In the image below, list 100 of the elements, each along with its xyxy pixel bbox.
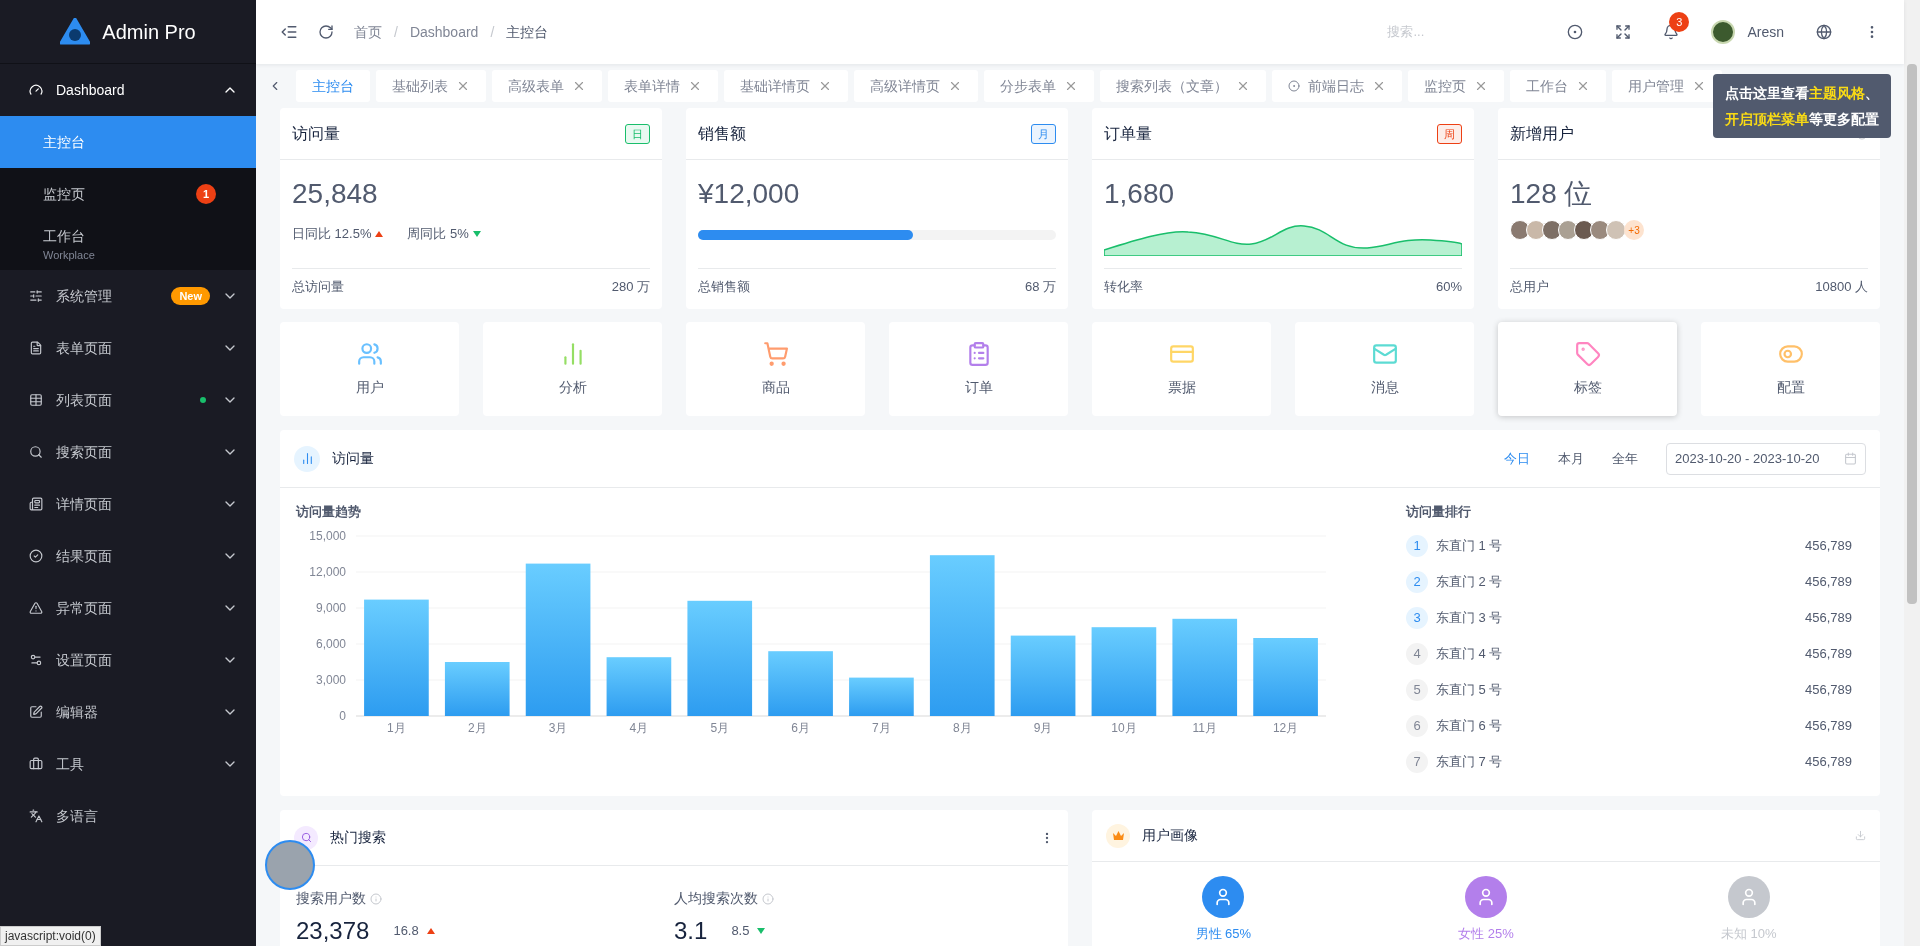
sidebar-item[interactable]: 工具 xyxy=(0,738,256,790)
status-bar: javascript:void(0) xyxy=(0,926,101,946)
axis-label: 15,000 xyxy=(309,528,346,543)
range-tab[interactable]: 今日 xyxy=(1496,448,1538,469)
notification-badge: 3 xyxy=(1669,12,1690,32)
shortcut-card[interactable]: 消息 xyxy=(1295,322,1474,416)
sidebar-item[interactable]: 系统管理 New xyxy=(0,270,256,322)
page-tab[interactable]: 前端日志 xyxy=(1272,70,1402,102)
page-tab[interactable]: 工作台 xyxy=(1510,70,1606,102)
panel-title: 访问量 xyxy=(332,449,375,468)
check-circle-icon xyxy=(29,549,43,563)
globe-icon[interactable] xyxy=(1816,24,1832,40)
shortcut-card[interactable]: 票据 xyxy=(1092,322,1271,416)
search-field[interactable]: 搜索... xyxy=(1387,22,1508,42)
rank-value: 456,789 xyxy=(1805,572,1852,591)
fullscreen-icon[interactable] xyxy=(1615,24,1632,40)
footer-label: 转化率 xyxy=(1104,278,1143,296)
close-icon[interactable] xyxy=(818,79,832,93)
rank-number: 1 xyxy=(1406,534,1428,557)
page-tab[interactable]: 高级详情页 xyxy=(854,70,978,102)
rank-number: 4 xyxy=(1406,642,1428,665)
rank-number: 2 xyxy=(1406,570,1428,593)
close-icon[interactable] xyxy=(1064,79,1078,93)
sidebar-item[interactable]: 详情页面 xyxy=(0,478,256,530)
submenu-item[interactable]: 监控页 1 xyxy=(0,168,256,220)
axis-label: 9月 xyxy=(1033,720,1053,735)
close-icon[interactable] xyxy=(1474,79,1488,93)
page-tab[interactable]: 高级表单 xyxy=(492,70,602,102)
footer-value: 68 万 xyxy=(1024,278,1056,296)
ranking-title: 访问量排行 xyxy=(1406,503,1472,521)
breadcrumb-link[interactable]: Dashboard xyxy=(409,21,479,43)
rank-name: 东直门 1 号 xyxy=(1436,536,1504,555)
submenu-item[interactable]: 工作台 Workplace xyxy=(0,220,256,270)
shortcut-card[interactable]: 订单 xyxy=(889,322,1068,416)
sidebar-item[interactable]: 异常页面 xyxy=(0,582,256,634)
close-icon[interactable] xyxy=(456,79,470,93)
close-icon[interactable] xyxy=(948,79,962,93)
language-icon xyxy=(29,809,43,823)
sidebar-item[interactable]: 编辑器 xyxy=(0,686,256,738)
sidebar-item[interactable]: 设置页面 xyxy=(0,634,256,686)
breadcrumb-link[interactable]: 首页 xyxy=(354,21,382,43)
shortcut-card[interactable]: 配置 xyxy=(1701,322,1880,416)
sidebar-item[interactable]: 表单页面 xyxy=(0,322,256,374)
rank-value: 456,789 xyxy=(1805,644,1852,663)
change-value: 8.5 xyxy=(731,922,750,941)
calendar-icon xyxy=(1844,452,1857,465)
scrollbar-thumb[interactable] xyxy=(1907,64,1917,604)
user-avatar xyxy=(1558,220,1578,240)
sidebar-item[interactable]: 搜索页面 xyxy=(0,426,256,478)
sidebar-item[interactable]: 结果页面 xyxy=(0,530,256,582)
assistant-avatar[interactable] xyxy=(265,840,315,890)
page-tab[interactable]: 主控台 xyxy=(296,70,370,102)
close-icon[interactable] xyxy=(572,79,586,93)
range-tab[interactable]: 全年 xyxy=(1604,448,1646,469)
page-tab[interactable]: 搜索列表（文章） xyxy=(1100,70,1266,102)
close-icon[interactable] xyxy=(1692,79,1706,93)
shortcut-card[interactable]: 商品 xyxy=(686,322,865,416)
group-label: 未知 10% xyxy=(1720,925,1777,943)
settings-icon xyxy=(29,653,43,667)
more-count: +3 xyxy=(1624,220,1644,240)
count-badge: 1 xyxy=(196,184,216,204)
breadcrumb-separator: / xyxy=(394,22,398,42)
submenu-subtitle: Workplace xyxy=(43,248,96,264)
axis-label: 6,000 xyxy=(315,636,346,651)
shortcut-card[interactable]: 用户 xyxy=(280,322,459,416)
gauge-icon xyxy=(29,83,43,97)
user-avatar xyxy=(1510,220,1530,240)
date-range-field[interactable]: 2023-10-20 - 2023-10-20 xyxy=(1666,442,1866,475)
bell-icon[interactable] xyxy=(1663,24,1680,40)
close-icon[interactable] xyxy=(1576,79,1590,93)
sidebar-item[interactable]: 多语言 xyxy=(0,790,256,842)
close-icon[interactable] xyxy=(688,79,702,93)
download-icon[interactable] xyxy=(1855,830,1866,841)
refresh-icon[interactable] xyxy=(318,24,334,40)
user-avatar[interactable] xyxy=(1711,20,1736,44)
stat-label: 人均搜索次数 xyxy=(674,889,758,908)
target-icon[interactable] xyxy=(1567,24,1584,40)
axis-label: 12,000 xyxy=(309,564,346,579)
page-tab[interactable]: 监控页 xyxy=(1408,70,1504,102)
bar xyxy=(444,661,510,716)
sidebar-item[interactable]: Dashboard xyxy=(0,64,256,116)
close-icon[interactable] xyxy=(1236,79,1250,93)
user-name[interactable]: Aresn xyxy=(1747,21,1784,43)
user-avatar xyxy=(1590,220,1610,240)
bar xyxy=(768,650,833,716)
page-tab[interactable]: 基础列表 xyxy=(376,70,486,102)
stat-label: 搜索用户数 xyxy=(296,889,366,908)
range-tab[interactable]: 本月 xyxy=(1550,448,1592,469)
menu-icon[interactable] xyxy=(280,23,298,41)
axis-label: 5月 xyxy=(710,720,730,735)
shortcut-card[interactable]: 分析 xyxy=(483,322,662,416)
sidebar-item[interactable]: 列表页面 xyxy=(0,374,256,426)
tooltip-text: 开启顶栏菜单等更多配置 xyxy=(1725,110,1879,129)
shortcut-card[interactable]: 标签 xyxy=(1498,322,1677,416)
page-tab[interactable]: 基础详情页 xyxy=(724,70,848,102)
close-icon[interactable] xyxy=(1372,79,1386,93)
page-tab[interactable]: 表单详情 xyxy=(608,70,718,102)
page-tab[interactable]: 用户管理 xyxy=(1612,70,1722,102)
page-tab[interactable]: 分步表单 xyxy=(984,70,1094,102)
tooltip-text: 点击这里查看主题风格、 xyxy=(1725,84,1879,103)
